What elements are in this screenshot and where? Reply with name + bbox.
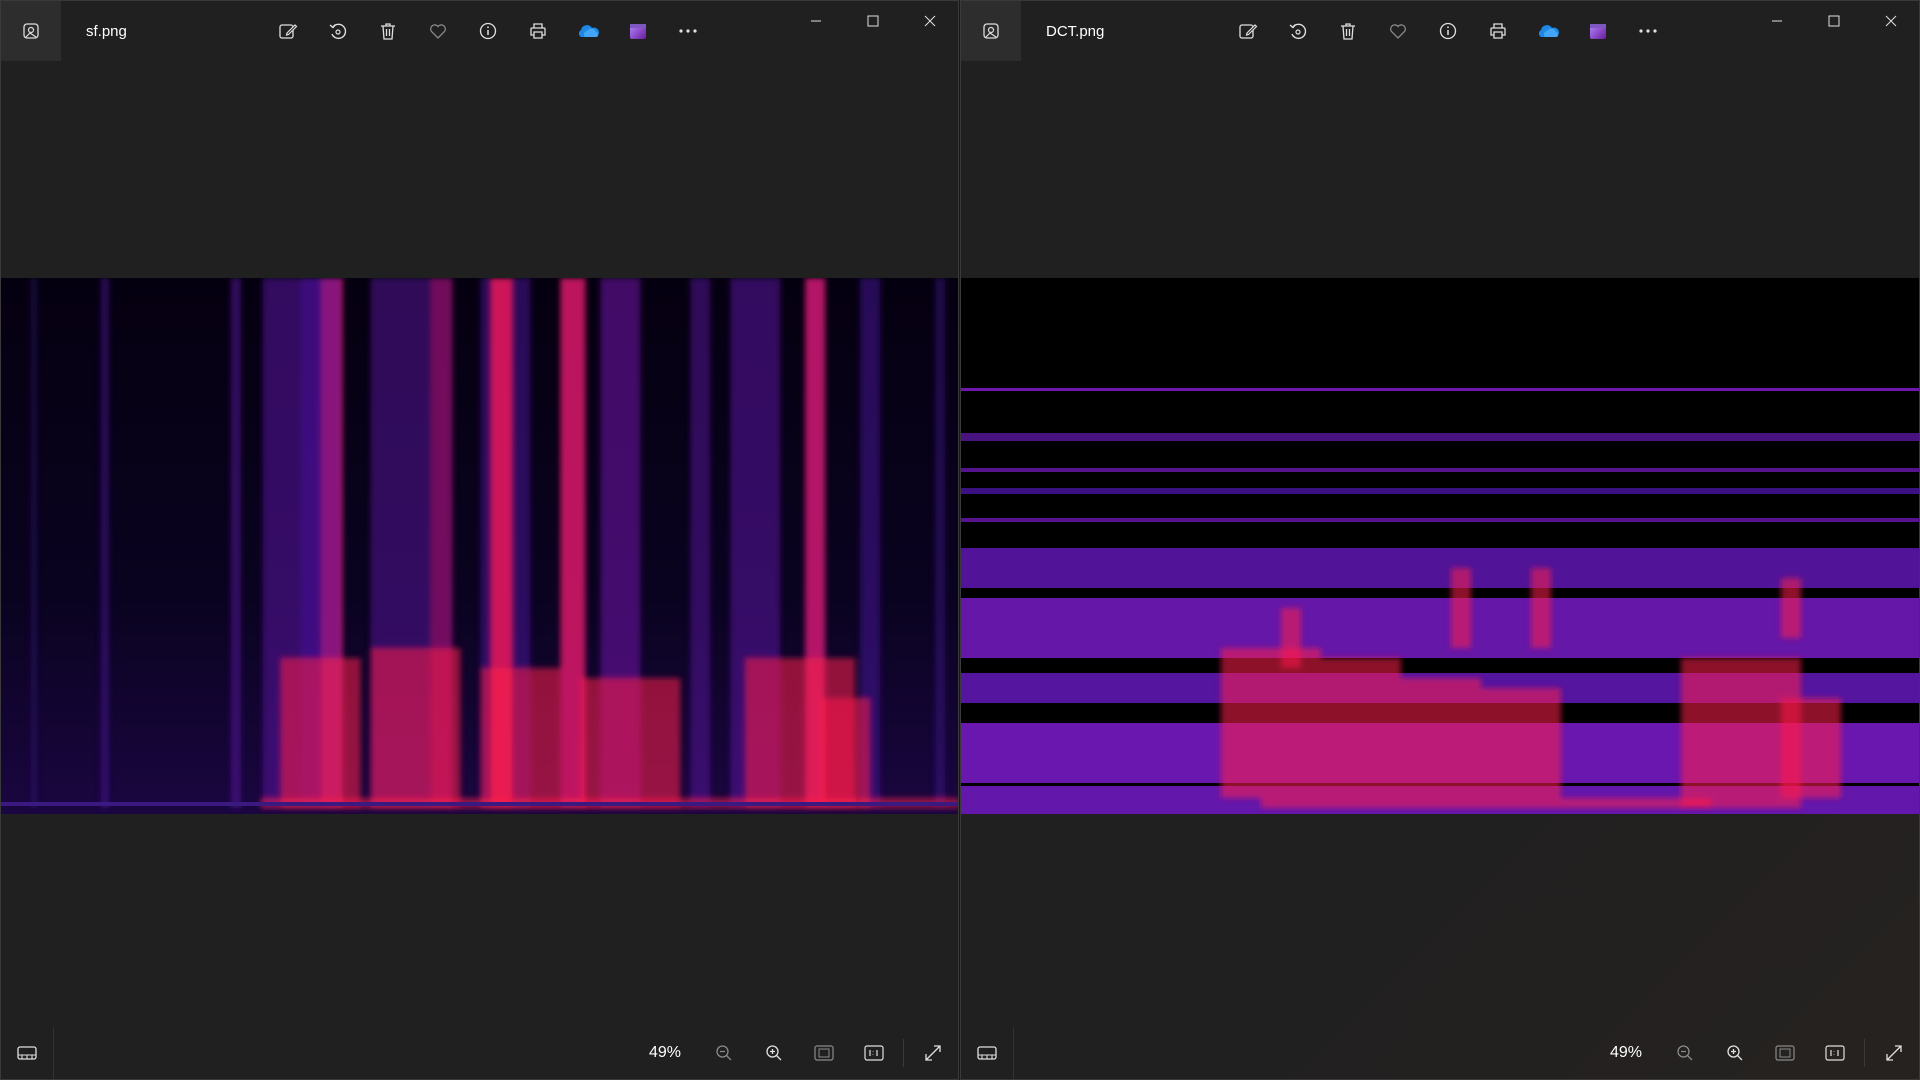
- onedrive-icon[interactable]: [563, 11, 613, 51]
- more-options-icon[interactable]: [1623, 11, 1673, 51]
- spectrogram-hotspot: [1481, 688, 1561, 798]
- spectrogram-texture: [30, 278, 37, 808]
- spectrogram-hotspot: [580, 678, 681, 808]
- delete-icon[interactable]: [1323, 11, 1373, 51]
- spectrogram-hotspot: [1451, 568, 1471, 648]
- spectrogram-band: [961, 598, 1919, 658]
- spectrogram-hotspot: [1321, 658, 1401, 798]
- clipchamp-icon[interactable]: [613, 11, 663, 51]
- fit-window-icon[interactable]: [1760, 1027, 1810, 1079]
- spectrogram-band: [961, 433, 1919, 441]
- minimize-icon[interactable]: [787, 1, 844, 41]
- separator: [1864, 1039, 1865, 1067]
- more-options-icon[interactable]: [663, 11, 713, 51]
- spectrogram-hotspot: [370, 648, 461, 808]
- spectrogram-hotspot: [280, 658, 361, 808]
- spectrogram-hotspot: [820, 698, 871, 808]
- close-icon[interactable]: [901, 1, 958, 41]
- spectrogram-hotspot: [1531, 568, 1551, 648]
- status-bar: 49%: [1, 1027, 958, 1079]
- info-icon[interactable]: [1423, 11, 1473, 51]
- photos-app-icon[interactable]: [961, 1, 1021, 61]
- photos-window-right: DCT.png 49%: [960, 0, 1920, 1080]
- spectrogram-hotspot: [1221, 648, 1321, 798]
- photos-window-left: sf.png 49%: [0, 0, 959, 1080]
- zoom-out-icon[interactable]: [699, 1027, 749, 1079]
- print-icon[interactable]: [513, 11, 563, 51]
- toolbar: [1223, 11, 1673, 51]
- file-title: DCT.png: [1046, 22, 1105, 40]
- spectrogram-hotspot: [480, 668, 561, 808]
- delete-icon[interactable]: [363, 11, 413, 51]
- photos-app-icon[interactable]: [1, 1, 61, 61]
- spectrogram-band: [961, 388, 1919, 391]
- rotate-icon[interactable]: [1273, 11, 1323, 51]
- spectrogram-texture: [935, 278, 946, 808]
- spectrogram-band: [961, 518, 1919, 522]
- info-icon[interactable]: [463, 11, 513, 51]
- onedrive-icon[interactable]: [1523, 11, 1573, 51]
- spectrogram-texture: [690, 278, 711, 808]
- zoom-in-icon[interactable]: [749, 1027, 799, 1079]
- spectrogram-hotspot: [1401, 678, 1481, 798]
- close-icon[interactable]: [1862, 1, 1919, 41]
- window-controls: [787, 1, 958, 41]
- spectrogram-image[interactable]: [961, 278, 1919, 814]
- edit-image-icon[interactable]: [1223, 11, 1273, 51]
- spectrogram-image[interactable]: [1, 278, 958, 814]
- spectrogram-hotspot: [1781, 578, 1801, 638]
- spectrogram-band: [961, 548, 1919, 588]
- status-bar: 49%: [961, 1027, 1919, 1079]
- spectrogram-hotspot: [1781, 698, 1841, 798]
- actual-size-icon[interactable]: [1810, 1027, 1860, 1079]
- window-controls: [1748, 1, 1919, 41]
- spectrogram-texture: [230, 278, 241, 808]
- spectrogram-band: [961, 488, 1919, 494]
- zoom-level[interactable]: 49%: [1610, 1044, 1642, 1062]
- favorite-icon[interactable]: [413, 11, 463, 51]
- zoom-level[interactable]: 49%: [649, 1044, 681, 1062]
- maximize-icon[interactable]: [844, 1, 901, 41]
- print-icon[interactable]: [1473, 11, 1523, 51]
- fullscreen-icon[interactable]: [908, 1027, 958, 1079]
- minimize-icon[interactable]: [1748, 1, 1805, 41]
- spectrogram-band: [961, 468, 1919, 472]
- filmstrip-icon[interactable]: [1, 1027, 54, 1079]
- fit-window-icon[interactable]: [799, 1027, 849, 1079]
- clipchamp-icon[interactable]: [1573, 11, 1623, 51]
- fullscreen-icon[interactable]: [1869, 1027, 1919, 1079]
- separator: [903, 1039, 904, 1067]
- filmstrip-icon[interactable]: [961, 1027, 1014, 1079]
- file-title: sf.png: [86, 22, 127, 40]
- edit-image-icon[interactable]: [263, 11, 313, 51]
- spectrogram-texture: [100, 278, 109, 808]
- zoom-in-icon[interactable]: [1710, 1027, 1760, 1079]
- spectrogram-hotspot: [1261, 798, 1711, 808]
- spectrogram-hotspot: [1281, 608, 1301, 668]
- maximize-icon[interactable]: [1805, 1, 1862, 41]
- zoom-out-icon[interactable]: [1660, 1027, 1710, 1079]
- actual-size-icon[interactable]: [849, 1027, 899, 1079]
- toolbar: [263, 11, 713, 51]
- rotate-icon[interactable]: [313, 11, 363, 51]
- favorite-icon[interactable]: [1373, 11, 1423, 51]
